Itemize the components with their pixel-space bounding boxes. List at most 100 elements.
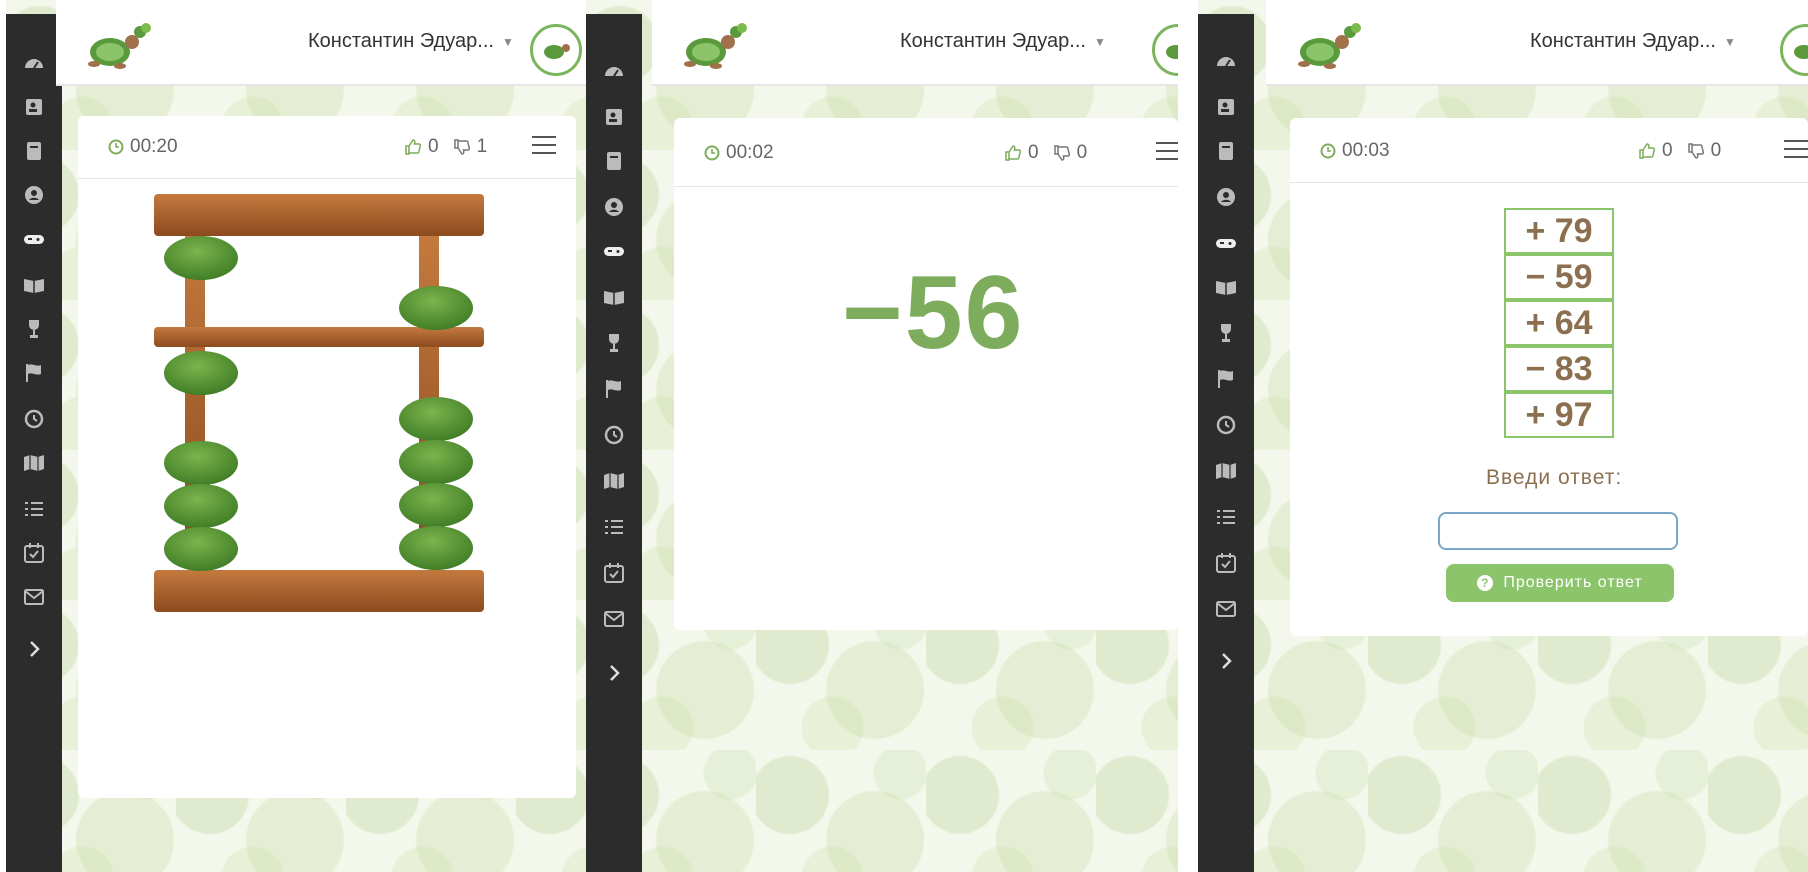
- clock-icon: [108, 139, 124, 155]
- envelope-icon[interactable]: [1198, 594, 1254, 624]
- user-name: Константин Эдуар...: [900, 30, 1086, 52]
- envelope-icon[interactable]: [586, 604, 642, 634]
- top-bar: Константин Эдуар... ▼: [652, 0, 1178, 86]
- abacus-bead[interactable]: [399, 397, 473, 441]
- calendar-check-icon[interactable]: [6, 538, 62, 568]
- abacus-bead[interactable]: [399, 526, 473, 570]
- list-icon[interactable]: [6, 494, 62, 524]
- turtle-logo-icon[interactable]: [676, 20, 748, 72]
- contacts-icon[interactable]: [586, 102, 642, 132]
- turtle-logo-icon[interactable]: [1290, 20, 1362, 72]
- dislikes-count: 1: [476, 136, 488, 157]
- history-icon[interactable]: [6, 404, 62, 434]
- check-answer-button[interactable]: ? Проверить ответ: [1446, 564, 1674, 602]
- dashboard-icon[interactable]: [586, 56, 642, 86]
- card-header: 00:20 0 1: [78, 116, 576, 179]
- abacus-bead[interactable]: [164, 236, 238, 280]
- dislikes-count: 0: [1710, 140, 1722, 161]
- answer-input[interactable]: [1438, 512, 1678, 550]
- user-menu-toggle[interactable]: Константин Эдуар... ▼: [308, 30, 514, 53]
- chevron-right-icon[interactable]: [6, 634, 62, 664]
- timer: 00:20: [108, 136, 178, 158]
- map-icon[interactable]: [586, 466, 642, 496]
- sidebar: [6, 14, 62, 872]
- history-icon[interactable]: [1198, 410, 1254, 440]
- calendar-check-icon[interactable]: [586, 558, 642, 588]
- menu-icon[interactable]: [1784, 140, 1808, 160]
- trophy-icon[interactable]: [586, 328, 642, 358]
- flag-icon[interactable]: [1198, 364, 1254, 394]
- profile-icon[interactable]: [586, 192, 642, 222]
- likes-count: 0: [1028, 142, 1039, 163]
- dashboard-icon[interactable]: [1198, 46, 1254, 76]
- votes: 0 1: [404, 136, 487, 158]
- open-book-icon[interactable]: [1198, 272, 1254, 302]
- gamepad-icon[interactable]: [1198, 228, 1254, 258]
- open-book-icon[interactable]: [586, 282, 642, 312]
- book-icon[interactable]: [586, 146, 642, 176]
- term-cell: − 59: [1504, 254, 1614, 300]
- thumbs-up-icon[interactable]: [1638, 142, 1656, 160]
- abacus-bead[interactable]: [164, 351, 238, 395]
- votes: 0 0: [1004, 142, 1087, 164]
- flash-number: −56: [842, 255, 1025, 371]
- thumbs-down-icon[interactable]: [453, 138, 471, 156]
- chevron-right-icon[interactable]: [1198, 646, 1254, 676]
- flag-icon[interactable]: [6, 358, 62, 388]
- contacts-icon[interactable]: [6, 92, 62, 122]
- gamepad-icon[interactable]: [586, 236, 642, 266]
- contacts-icon[interactable]: [1198, 92, 1254, 122]
- menu-icon[interactable]: [532, 136, 556, 156]
- abacus-bead[interactable]: [399, 286, 473, 330]
- likes-count: 0: [428, 136, 439, 157]
- abacus-bead[interactable]: [399, 483, 473, 527]
- abacus-bead[interactable]: [399, 440, 473, 484]
- exercise-card: 00:02 0 0 −56: [674, 118, 1178, 630]
- panel-3: Константин Эдуар... ▼ 00:03 0 0 + 79 − 5…: [1198, 0, 1808, 872]
- dashboard-icon[interactable]: [6, 48, 62, 78]
- abacus-bead[interactable]: [164, 527, 238, 571]
- profile-icon[interactable]: [1198, 182, 1254, 212]
- likes-count: 0: [1662, 140, 1673, 161]
- timer: 00:03: [1320, 140, 1390, 162]
- history-icon[interactable]: [586, 420, 642, 450]
- flag-icon[interactable]: [586, 374, 642, 404]
- list-icon[interactable]: [1198, 502, 1254, 532]
- list-icon[interactable]: [586, 512, 642, 542]
- calendar-check-icon[interactable]: [1198, 548, 1254, 578]
- map-icon[interactable]: [6, 448, 62, 478]
- menu-icon[interactable]: [1156, 142, 1178, 162]
- avatar[interactable]: [1152, 24, 1178, 76]
- map-icon[interactable]: [1198, 456, 1254, 486]
- user-menu-toggle[interactable]: Константин Эдуар... ▼: [1530, 30, 1736, 53]
- abacus-top-frame: [154, 194, 484, 236]
- exercise-card: 00:03 0 0 + 79 − 59 + 64 − 83 + 97 Введи…: [1290, 118, 1808, 636]
- avatar[interactable]: [530, 24, 582, 76]
- turtle-logo-icon[interactable]: [80, 20, 152, 72]
- thumbs-up-icon[interactable]: [1004, 144, 1022, 162]
- envelope-icon[interactable]: [6, 582, 62, 612]
- caret-down-icon: ▼: [501, 34, 514, 49]
- gamepad-icon[interactable]: [6, 224, 62, 254]
- abacus-bead[interactable]: [164, 484, 238, 528]
- thumbs-down-icon[interactable]: [1053, 144, 1071, 162]
- timer-value: 00:03: [1342, 140, 1390, 161]
- user-menu-toggle[interactable]: Константин Эдуар... ▼: [900, 30, 1106, 53]
- chevron-right-icon[interactable]: [586, 658, 642, 688]
- book-icon[interactable]: [1198, 136, 1254, 166]
- dislikes-count: 0: [1076, 142, 1088, 163]
- thumbs-up-icon[interactable]: [404, 138, 422, 156]
- answer-prompt: Введи ответ:: [1486, 466, 1623, 489]
- clock-icon: [704, 145, 720, 161]
- question-circle-icon: ?: [1477, 575, 1494, 591]
- thumbs-down-icon[interactable]: [1687, 142, 1705, 160]
- trophy-icon[interactable]: [1198, 318, 1254, 348]
- book-icon[interactable]: [6, 136, 62, 166]
- open-book-icon[interactable]: [6, 270, 62, 300]
- avatar[interactable]: [1780, 24, 1808, 76]
- timer-value: 00:20: [130, 136, 178, 157]
- trophy-icon[interactable]: [6, 314, 62, 344]
- abacus-bead[interactable]: [164, 441, 238, 485]
- term-cell: − 83: [1504, 346, 1614, 392]
- profile-icon[interactable]: [6, 180, 62, 210]
